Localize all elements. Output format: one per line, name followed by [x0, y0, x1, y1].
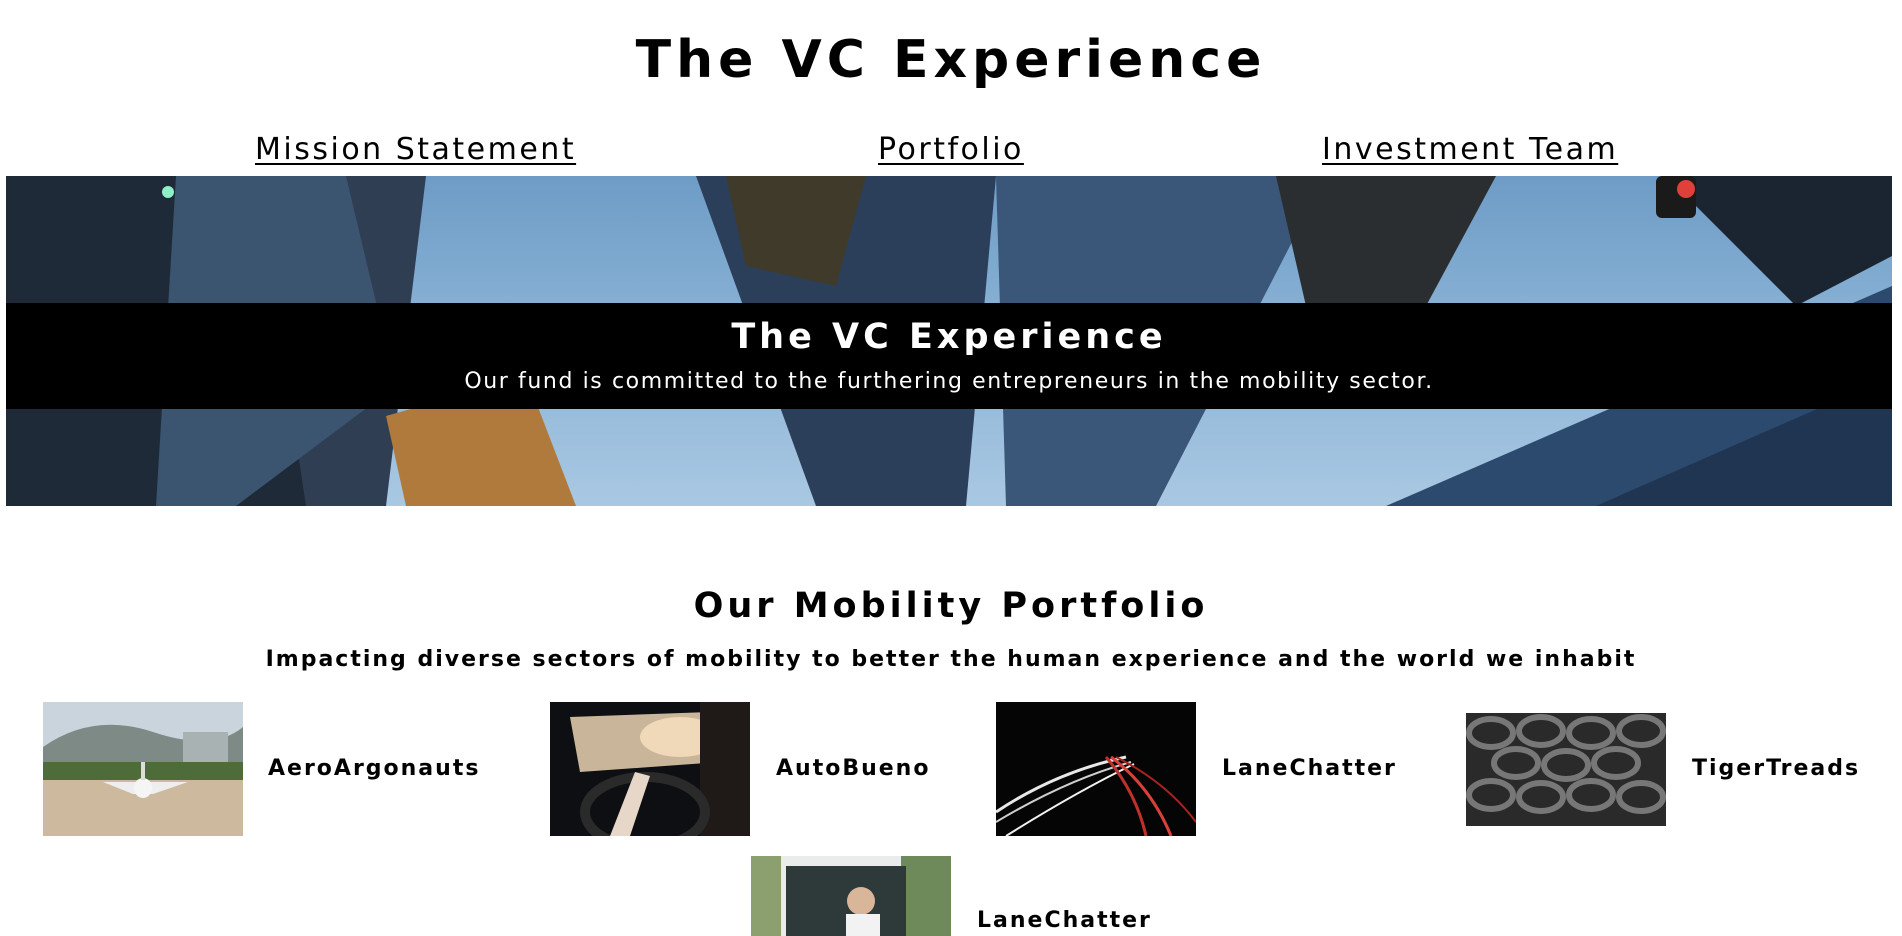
hero-subtitle: Our fund is committed to the furthering …: [464, 369, 1434, 394]
company-name: AeroArgonauts: [268, 756, 481, 781]
nav-link-portfolio[interactable]: Portfolio: [878, 128, 1024, 172]
main-nav: Mission Statement Portfolio Investment T…: [0, 128, 1902, 172]
company-name: TigerTreads: [1692, 756, 1861, 781]
private-jet-image: [43, 702, 243, 836]
nav-link-mission-statement[interactable]: Mission Statement: [255, 128, 576, 172]
steering-wheel-image: [550, 702, 750, 836]
hero-title: The VC Experience: [731, 317, 1167, 357]
man-in-car-image: [751, 856, 951, 936]
hero-text-band: The VC Experience Our fund is committed …: [6, 303, 1892, 409]
hero-banner: The VC Experience Our fund is committed …: [6, 176, 1892, 506]
nav-link-investment-team[interactable]: Investment Team: [1322, 128, 1618, 172]
company-name: AutoBueno: [776, 756, 931, 781]
company-name: LaneChatter: [977, 908, 1152, 933]
company-name: LaneChatter: [1222, 756, 1397, 781]
portfolio-heading: Our Mobility Portfolio: [693, 586, 1209, 626]
light-trails-image: [996, 702, 1196, 836]
site-title: The VC Experience: [635, 30, 1267, 90]
portfolio-subheading: Impacting diverse sectors of mobility to…: [265, 647, 1637, 672]
tires-image: [1466, 713, 1666, 826]
